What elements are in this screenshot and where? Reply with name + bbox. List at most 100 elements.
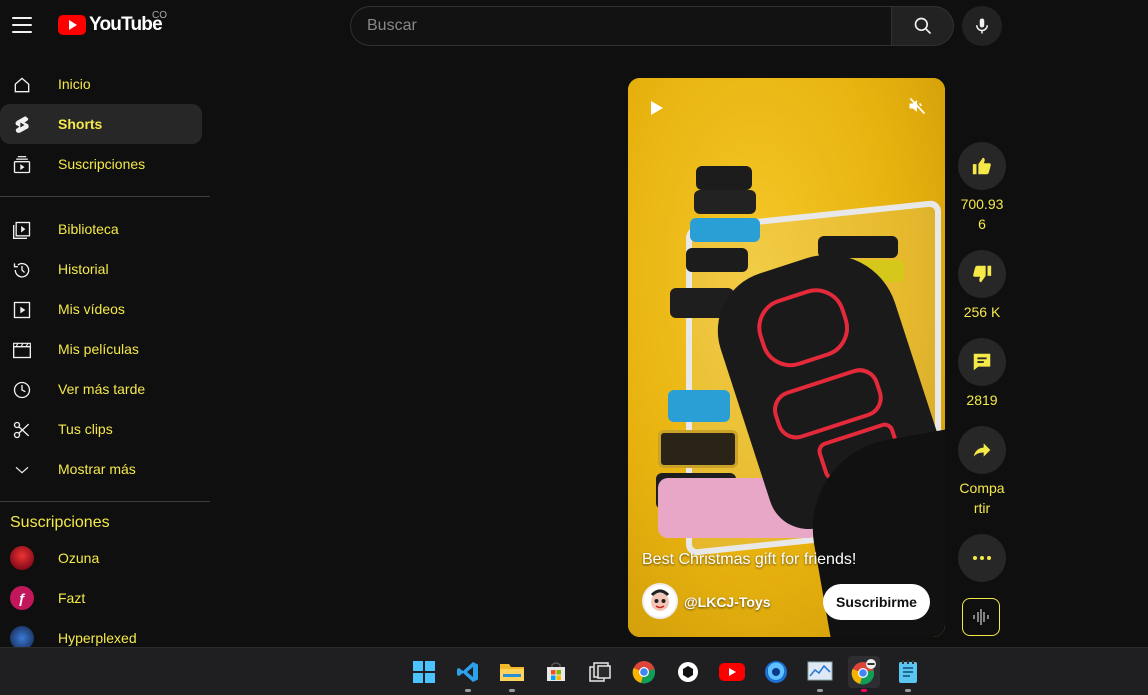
avatar: ƒ bbox=[10, 586, 34, 610]
app-icon bbox=[678, 662, 698, 682]
sidebar-item-mostrar-mas[interactable]: Mostrar más bbox=[0, 449, 202, 489]
subscription-item-hyperplexed[interactable]: Hyperplexed bbox=[0, 618, 202, 647]
sidebar-item-biblioteca[interactable]: Biblioteca bbox=[0, 209, 202, 249]
chrome-icon bbox=[632, 661, 656, 684]
video-frame-magazine bbox=[686, 248, 748, 272]
like-count-line1: 700.93 bbox=[960, 196, 1004, 212]
search-input[interactable] bbox=[350, 6, 891, 46]
subscribe-button[interactable]: Suscribirme bbox=[823, 584, 930, 620]
sidebar-divider bbox=[0, 501, 210, 502]
sidebar-item-label: Ver más tarde bbox=[58, 381, 146, 397]
subscription-label: Fazt bbox=[58, 590, 86, 606]
menu-icon[interactable] bbox=[12, 17, 32, 33]
short-video-player[interactable]: Best Christmas gift for friends! @LKCJ-T… bbox=[628, 78, 945, 637]
home-icon bbox=[11, 74, 33, 96]
mute-icon[interactable] bbox=[906, 96, 928, 121]
channel-name[interactable]: @LKCJ-Toys bbox=[684, 594, 771, 610]
taskbar-resource-monitor[interactable] bbox=[804, 656, 836, 692]
watch-later-icon bbox=[11, 379, 33, 401]
play-icon[interactable] bbox=[650, 100, 664, 121]
share-icon bbox=[973, 443, 991, 457]
video-frame-magazine bbox=[658, 430, 738, 468]
sidebar-divider bbox=[0, 196, 210, 197]
comment-icon bbox=[973, 353, 991, 371]
my-videos-icon bbox=[11, 299, 33, 321]
task-view-icon bbox=[589, 662, 611, 682]
running-indicator bbox=[465, 689, 471, 692]
subscription-label: Hyperplexed bbox=[58, 630, 137, 646]
share-button[interactable] bbox=[958, 426, 1006, 474]
subscriptions-section-title: Suscripciones bbox=[10, 514, 110, 531]
youtube-logo[interactable]: YouTube CO bbox=[58, 10, 167, 36]
taskbar-app[interactable] bbox=[672, 656, 704, 688]
sidebar: Inicio Shorts Suscripciones Biblioteca H… bbox=[0, 64, 210, 647]
sidebar-item-ver-mas-tarde[interactable]: Ver más tarde bbox=[0, 369, 202, 409]
share-label: Compa rtir bbox=[952, 478, 1012, 518]
dislike-button[interactable] bbox=[958, 250, 1006, 298]
sidebar-item-mis-videos[interactable]: Mis vídeos bbox=[0, 289, 202, 329]
video-frame-magazine bbox=[668, 390, 730, 422]
short-caption: Best Christmas gift for friends! bbox=[642, 551, 857, 568]
subscription-item-ozuna[interactable]: Ozuna bbox=[0, 538, 202, 578]
clips-icon bbox=[11, 419, 33, 441]
sidebar-item-shorts[interactable]: Shorts bbox=[0, 104, 202, 144]
taskbar-file-explorer[interactable] bbox=[496, 656, 528, 692]
sound-wave-icon bbox=[973, 609, 989, 625]
sidebar-item-label: Mis vídeos bbox=[58, 301, 125, 317]
video-frame-magazine bbox=[694, 190, 756, 214]
taskbar-microsoft-store[interactable] bbox=[540, 656, 572, 688]
sound-button[interactable] bbox=[962, 598, 1000, 636]
region-code: CO bbox=[152, 10, 167, 21]
library-icon bbox=[11, 219, 33, 241]
sidebar-item-mis-peliculas[interactable]: Mis películas bbox=[0, 329, 202, 369]
youtube-window: YouTube CO Inicio Shorts Suscripciones B… bbox=[0, 0, 1148, 647]
avatar bbox=[10, 626, 34, 647]
subscription-label: Ozuna bbox=[58, 550, 100, 566]
running-indicator bbox=[817, 689, 823, 692]
notepad-icon bbox=[899, 660, 917, 683]
sidebar-item-inicio[interactable]: Inicio bbox=[0, 64, 202, 104]
chrome-profile-icon bbox=[851, 659, 876, 685]
search-button[interactable] bbox=[891, 6, 954, 46]
share-label-line2: rtir bbox=[973, 500, 991, 516]
dislike-icon bbox=[973, 265, 992, 283]
microsoft-store-icon bbox=[547, 662, 565, 681]
sidebar-item-label: Mostrar más bbox=[58, 461, 136, 477]
youtube-app-icon bbox=[719, 663, 745, 681]
sidebar-item-label: Suscripciones bbox=[58, 156, 146, 172]
running-indicator bbox=[861, 689, 867, 692]
sidebar-item-tus-clips[interactable]: Tus clips bbox=[0, 409, 202, 449]
taskbar-task-view[interactable] bbox=[584, 656, 616, 688]
resource-monitor-icon bbox=[807, 661, 833, 681]
taskbar-vscode[interactable] bbox=[452, 656, 484, 692]
file-explorer-icon bbox=[500, 664, 524, 681]
taskbar-chrome-profile[interactable] bbox=[848, 656, 880, 692]
sidebar-item-suscripciones[interactable]: Suscripciones bbox=[0, 144, 202, 184]
chevron-down-icon bbox=[11, 459, 33, 481]
firefox-icon bbox=[765, 661, 787, 683]
subscription-item-fazt[interactable]: ƒ Fazt bbox=[0, 578, 202, 618]
sidebar-item-label: Inicio bbox=[58, 76, 91, 92]
comments-button[interactable] bbox=[958, 338, 1006, 386]
sidebar-item-label: Shorts bbox=[58, 116, 103, 132]
sidebar-item-historial[interactable]: Historial bbox=[0, 249, 202, 289]
like-button[interactable] bbox=[958, 142, 1006, 190]
logo-wordmark: YouTube bbox=[89, 14, 163, 35]
share-label-line1: Compa bbox=[959, 480, 1005, 496]
running-indicator bbox=[509, 689, 515, 692]
voice-search-button[interactable] bbox=[962, 6, 1002, 46]
channel-avatar[interactable] bbox=[642, 583, 678, 619]
windows-start-button[interactable] bbox=[408, 656, 440, 688]
taskbar-youtube[interactable] bbox=[716, 656, 748, 688]
like-count-line2: 6 bbox=[978, 216, 986, 232]
more-options-button[interactable] bbox=[958, 534, 1006, 582]
microphone-icon bbox=[976, 18, 988, 34]
windows-start-icon bbox=[413, 661, 435, 683]
search-bar bbox=[350, 6, 954, 46]
more-horizontal-icon bbox=[973, 556, 991, 560]
taskbar-notepad[interactable] bbox=[892, 656, 924, 692]
taskbar-firefox[interactable] bbox=[760, 656, 792, 688]
avatar bbox=[10, 546, 34, 570]
taskbar-chrome[interactable] bbox=[628, 656, 660, 688]
sidebar-item-label: Tus clips bbox=[58, 421, 113, 437]
